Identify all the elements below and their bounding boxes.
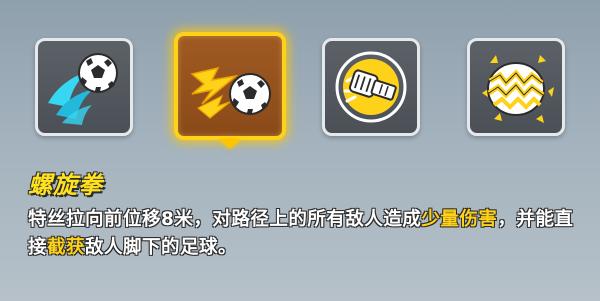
skill-slot-4[interactable]: [467, 38, 565, 136]
fist-punch-icon: [335, 51, 407, 123]
description-text: 敌人脚下的足球。: [85, 237, 238, 258]
skill-slot-2-selected[interactable]: [174, 32, 286, 140]
skill-slot-1[interactable]: [35, 38, 133, 136]
lightning-ball-icon: [190, 66, 271, 119]
skill-description: 特丝拉向前位移8米，对路径上的所有敌人造成少量伤害，并能直接截获敌人脚下的足球。: [28, 206, 588, 262]
description-highlight-intercept: 截获: [47, 237, 86, 258]
description-highlight-damage: 少量伤害: [421, 209, 498, 230]
skill-slot-3[interactable]: [322, 38, 420, 136]
spinning-ball-icon: [48, 53, 118, 125]
skill-title: 螺旋拳: [28, 171, 103, 199]
skill-selector-row: [0, 0, 600, 160]
selection-pointer-icon: [219, 139, 241, 149]
description-text: 特丝拉向前位移8米，对路径上的所有敌人造成: [28, 209, 422, 230]
shattered-shield-icon: [482, 55, 554, 123]
